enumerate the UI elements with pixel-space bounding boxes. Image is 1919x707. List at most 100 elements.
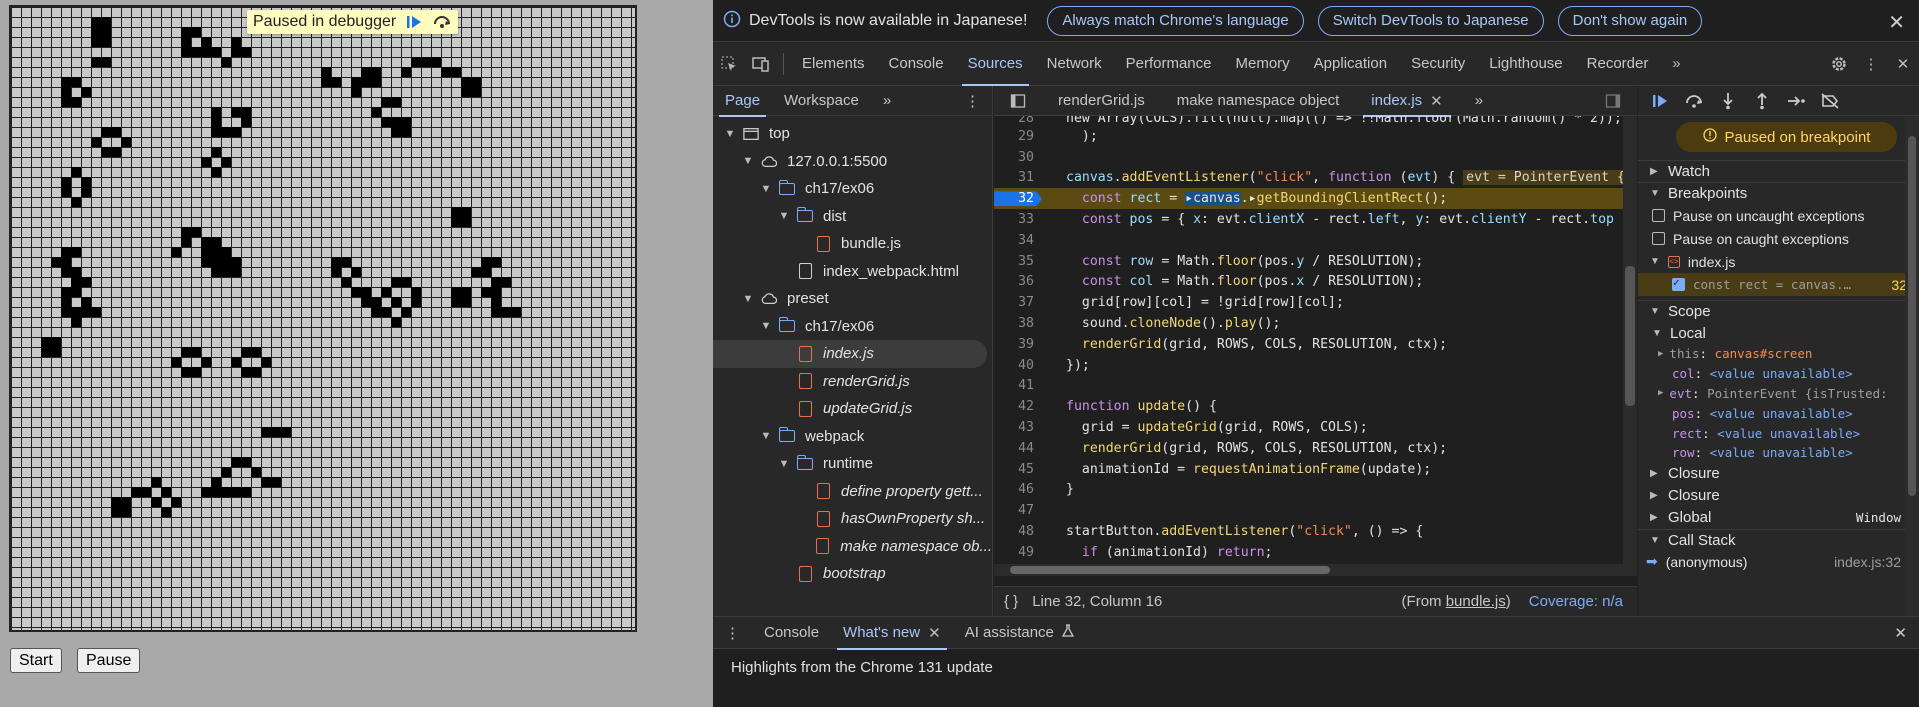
step-out-icon[interactable] [1748, 88, 1776, 114]
live-cell[interactable] [71, 197, 81, 207]
live-cell[interactable] [201, 157, 211, 167]
tree-item[interactable]: ▼ webpack [713, 423, 992, 451]
live-cell[interactable] [181, 37, 191, 47]
live-cell[interactable] [451, 297, 461, 307]
live-cell[interactable] [451, 207, 461, 217]
live-cell[interactable] [111, 127, 121, 137]
inspect-element-icon[interactable] [713, 42, 745, 86]
expand-arrow-icon[interactable]: ▼ [741, 155, 755, 167]
live-cell[interactable] [161, 507, 171, 517]
breakpoints-section-header[interactable]: ▼ Breakpoints [1638, 182, 1919, 204]
live-cell[interactable] [71, 77, 81, 87]
live-cell[interactable] [261, 427, 271, 437]
live-cell[interactable] [71, 287, 81, 297]
live-cell[interactable] [121, 497, 131, 507]
live-cell[interactable] [181, 367, 191, 377]
live-cell[interactable] [221, 127, 231, 137]
editor-tab-make-namespace[interactable]: make namespace object [1161, 86, 1356, 116]
live-cell[interactable] [201, 47, 211, 57]
live-cell[interactable] [81, 187, 91, 197]
live-cell[interactable] [391, 127, 401, 137]
close-tab-icon[interactable]: ✕ [928, 624, 941, 642]
live-cell[interactable] [361, 297, 371, 307]
live-cell[interactable] [361, 287, 371, 297]
tree-item[interactable]: ▼ ch17/ex06 [713, 313, 992, 341]
close-drawer-icon[interactable]: ✕ [1882, 617, 1919, 649]
live-cell[interactable] [401, 67, 411, 77]
tree-item[interactable]: ▼ ch17/ex06 [713, 175, 992, 203]
more-navigator-tabs-icon[interactable]: » [871, 86, 903, 116]
live-cell[interactable] [241, 107, 251, 117]
live-cell[interactable] [371, 307, 381, 317]
live-cell[interactable] [51, 337, 61, 347]
live-cell[interactable] [111, 507, 121, 517]
live-cell[interactable] [201, 257, 211, 267]
live-cell[interactable] [481, 267, 491, 277]
live-cell[interactable] [111, 147, 121, 157]
close-devtools-icon[interactable]: ✕ [1887, 42, 1919, 86]
live-cell[interactable] [221, 57, 231, 67]
live-cell[interactable] [211, 117, 221, 127]
live-cell[interactable] [231, 107, 241, 117]
close-tab-icon[interactable]: ✕ [1430, 92, 1443, 110]
live-cell[interactable] [461, 287, 471, 297]
tab-performance[interactable]: Performance [1114, 42, 1224, 86]
live-cell[interactable] [401, 307, 411, 317]
live-cell[interactable] [351, 267, 361, 277]
tab-security[interactable]: Security [1399, 42, 1477, 86]
live-cell[interactable] [71, 97, 81, 107]
live-cell[interactable] [111, 497, 121, 507]
live-cell[interactable] [61, 257, 71, 267]
live-cell[interactable] [391, 297, 401, 307]
live-cell[interactable] [101, 57, 111, 67]
live-cell[interactable] [261, 357, 271, 367]
drawer-tab-ai-assistance[interactable]: AI assistance [953, 617, 1086, 649]
live-cell[interactable] [321, 77, 331, 87]
live-cell[interactable] [181, 47, 191, 57]
sidebar-scrollbar[interactable] [1905, 116, 1919, 616]
live-cell[interactable] [341, 277, 351, 287]
breakpoint-line[interactable]: 32 const rect = ▸canvas.▸getBoundingClie… [994, 188, 1637, 210]
tree-item[interactable]: ▼ top [713, 120, 992, 148]
live-cell[interactable] [451, 67, 461, 77]
tree-item[interactable]: ▼ runtime [713, 450, 992, 478]
live-cell[interactable] [491, 297, 501, 307]
live-cell[interactable] [491, 287, 501, 297]
live-cell[interactable] [91, 17, 101, 27]
tab-sources[interactable]: Sources [956, 42, 1035, 86]
dont-show-again-button[interactable]: Don't show again [1557, 5, 1703, 36]
live-cell[interactable] [101, 127, 111, 137]
step-icon[interactable] [1782, 88, 1810, 114]
live-cell[interactable] [61, 247, 71, 257]
live-cell[interactable] [411, 297, 421, 307]
live-cell[interactable] [211, 107, 221, 117]
live-cell[interactable] [391, 97, 401, 107]
live-cell[interactable] [131, 487, 141, 497]
live-cell[interactable] [461, 297, 471, 307]
toggle-navigator-icon[interactable] [994, 86, 1042, 116]
live-cell[interactable] [461, 207, 471, 217]
live-cell[interactable] [241, 487, 251, 497]
kebab-menu-icon[interactable]: ⋮ [1855, 42, 1887, 86]
live-cell[interactable] [71, 277, 81, 287]
live-cell[interactable] [431, 57, 441, 67]
live-cell[interactable] [211, 487, 221, 497]
live-cell[interactable] [61, 177, 71, 187]
live-cell[interactable] [231, 487, 241, 497]
live-cell[interactable] [141, 487, 151, 497]
more-editor-tabs-icon[interactable]: » [1459, 86, 1499, 116]
live-cell[interactable] [461, 217, 471, 227]
live-cell[interactable] [71, 267, 81, 277]
tree-item[interactable]: define property gett... [713, 478, 992, 506]
resume-icon[interactable] [1646, 88, 1674, 114]
scope-var-this[interactable]: ▶ this: canvas#screen [1638, 344, 1919, 364]
live-cell[interactable] [181, 347, 191, 357]
live-cell[interactable] [121, 507, 131, 517]
live-cell[interactable] [461, 87, 471, 97]
live-cell[interactable] [401, 127, 411, 137]
live-cell[interactable] [91, 137, 101, 147]
expand-arrow-icon[interactable]: ▼ [759, 320, 773, 332]
call-stack-frame[interactable]: ➡ (anonymous) index.js:32 [1638, 551, 1919, 573]
live-cell[interactable] [271, 477, 281, 487]
live-cell[interactable] [491, 257, 501, 267]
